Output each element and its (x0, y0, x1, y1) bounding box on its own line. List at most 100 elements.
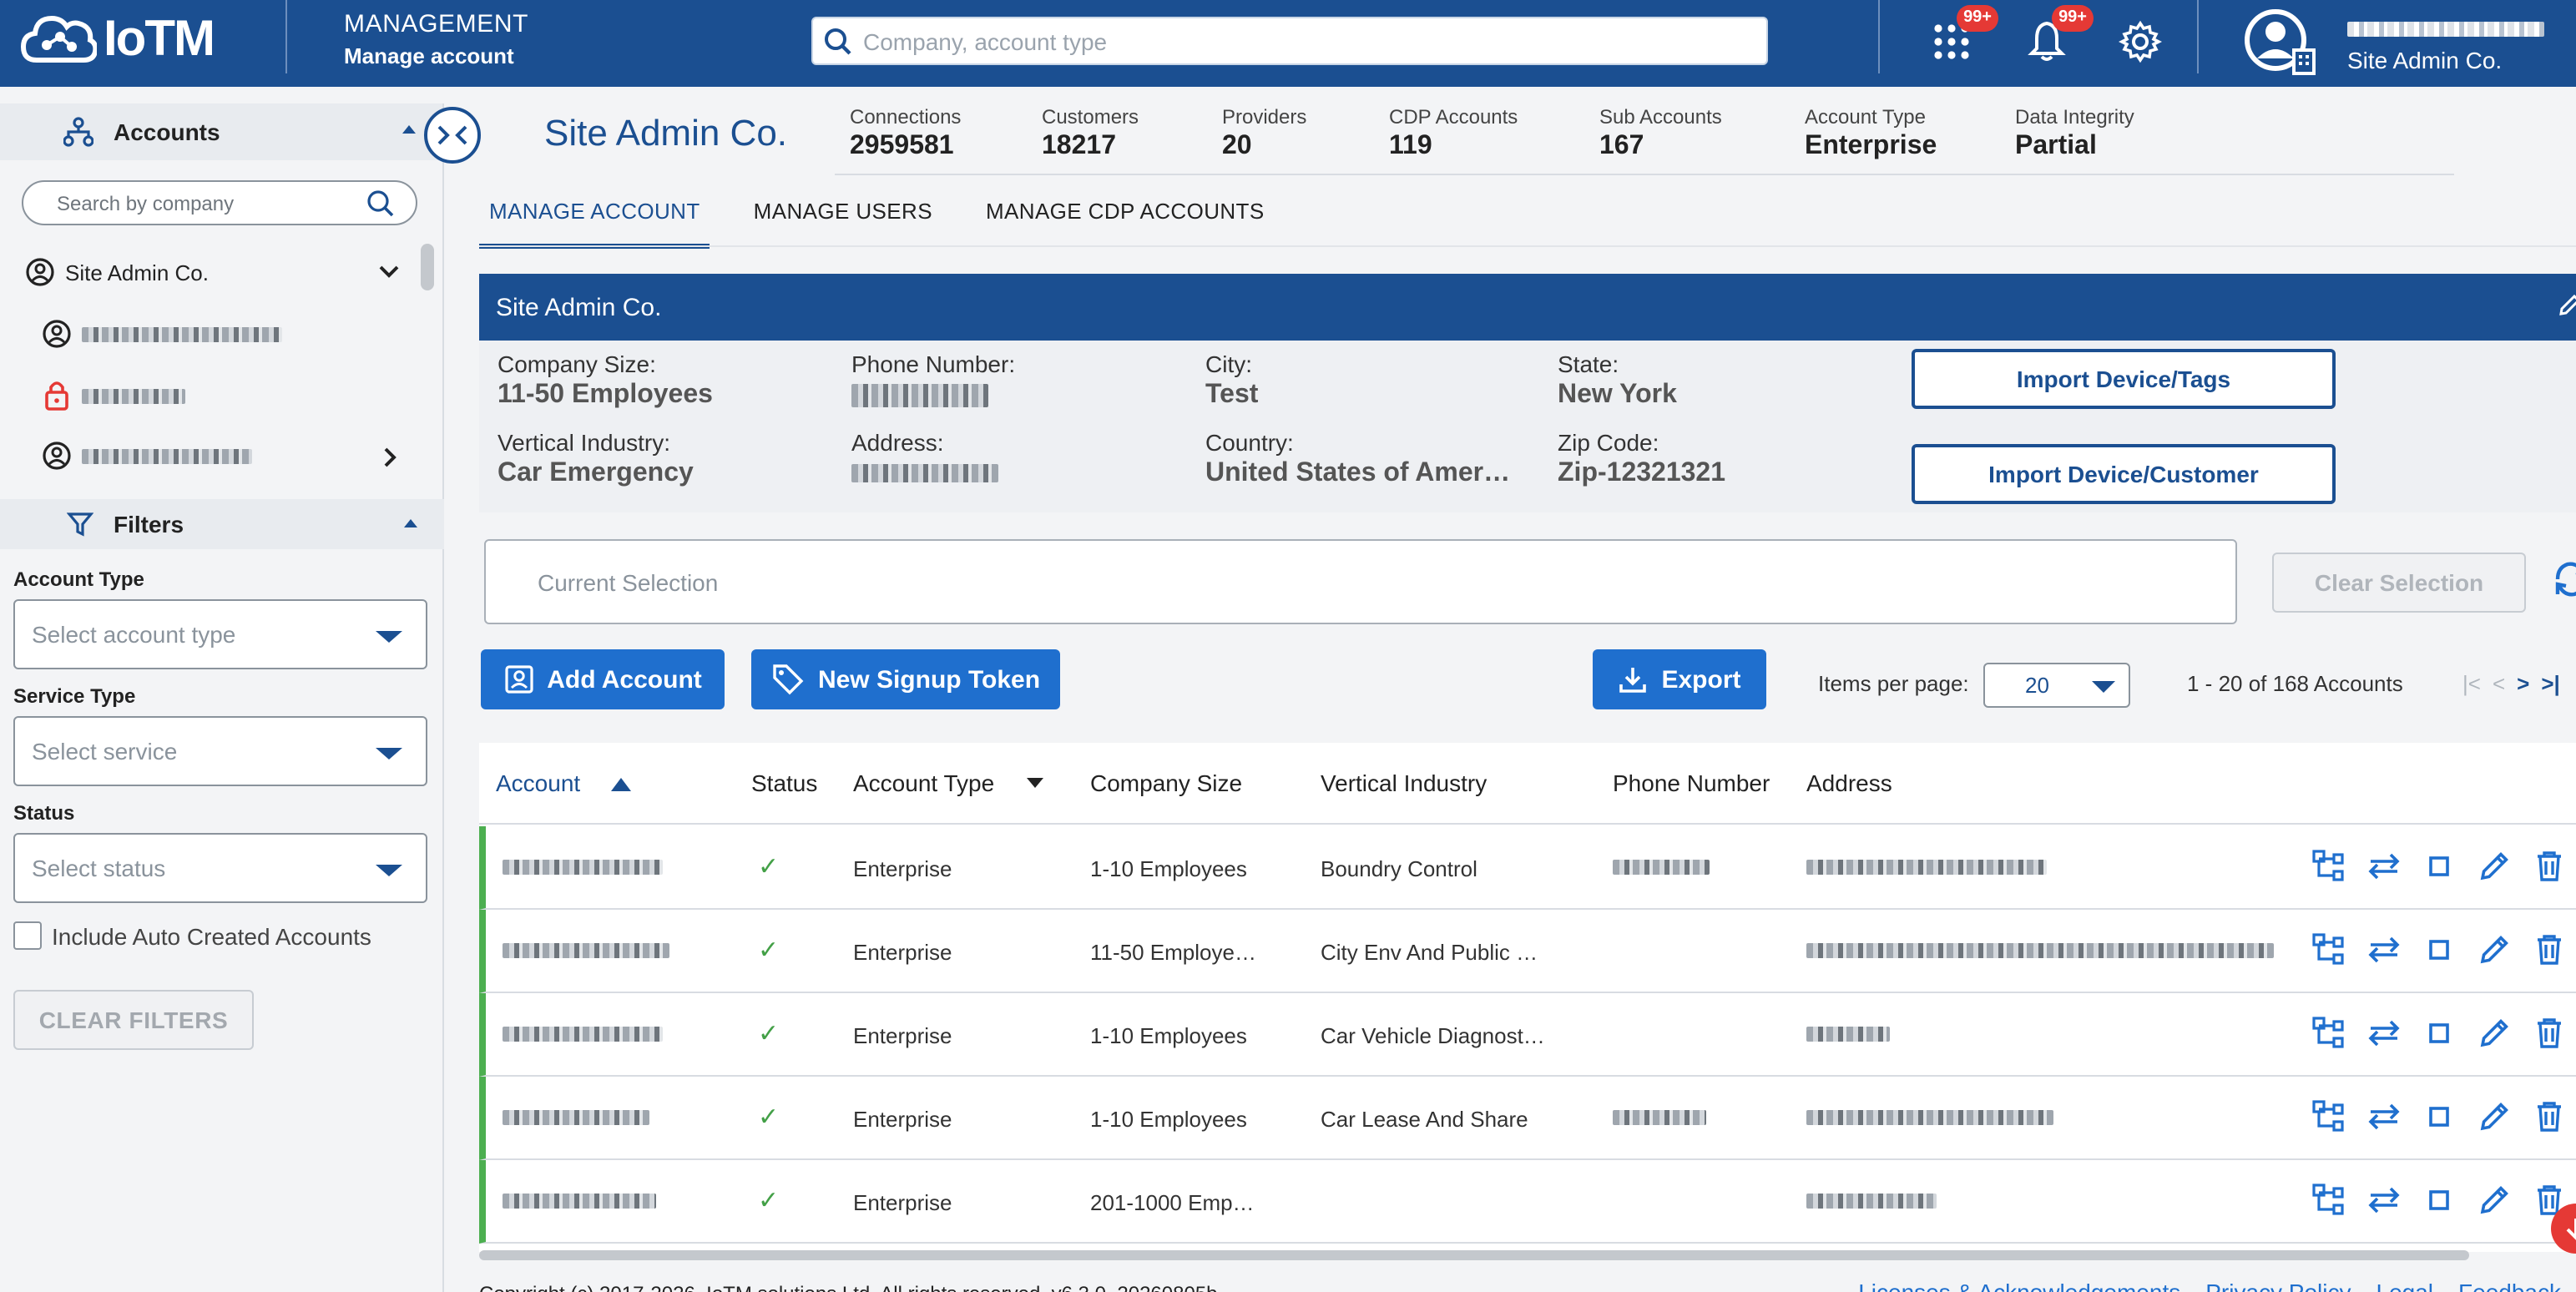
stat-sub-accounts: Sub Accounts 167 (1599, 105, 1722, 162)
column-header-account-type[interactable]: Account Type (853, 770, 994, 796)
tab-manage-account[interactable]: MANAGE ACCOUNT (479, 180, 710, 249)
export-button[interactable]: Export (1593, 649, 1766, 709)
square-icon[interactable] (2419, 1180, 2459, 1220)
account-type-select[interactable]: Select account type (13, 599, 427, 669)
next-page-icon[interactable]: > (2517, 671, 2529, 696)
add-account-button[interactable]: Add Account (481, 649, 725, 709)
hierarchy-icon[interactable] (2309, 930, 2349, 970)
hierarchy-icon[interactable] (2309, 1097, 2349, 1137)
collapse-sidebar-button[interactable] (424, 107, 481, 164)
clear-selection-button[interactable]: Clear Selection (2272, 553, 2526, 613)
accounts-table: Account Status Account Type Company Size… (479, 743, 2576, 1252)
filter-dropdown-icon[interactable] (1027, 778, 1043, 788)
square-icon[interactable] (2419, 930, 2459, 970)
tree-item-root[interactable]: Site Admin Co. (25, 257, 209, 287)
square-icon[interactable] (2419, 1097, 2459, 1137)
cell-account-type: Enterprise (853, 1023, 952, 1048)
collapse-caret-icon[interactable] (402, 125, 416, 134)
sidebar-scrollbar[interactable] (421, 244, 434, 290)
global-search[interactable] (811, 17, 1768, 65)
service-type-select[interactable]: Select service (13, 716, 427, 786)
tab-manage-users[interactable]: MANAGE USERS (744, 180, 942, 249)
column-header-account[interactable]: Account (496, 770, 580, 796)
trash-icon[interactable] (2529, 1097, 2569, 1137)
swap-arrows-icon[interactable] (2364, 1097, 2404, 1137)
prev-page-icon[interactable]: < (2493, 671, 2505, 696)
items-per-page-select[interactable]: 20 (1983, 663, 2130, 708)
pencil-icon[interactable] (2474, 1097, 2514, 1137)
apps-button[interactable]: 99+ (1928, 5, 1998, 65)
square-icon[interactable] (2419, 1013, 2459, 1053)
pencil-icon[interactable] (2556, 292, 2576, 319)
pencil-icon[interactable] (2474, 1013, 2514, 1053)
feedback-link[interactable]: Feedback (2458, 1279, 2561, 1292)
pencil-icon[interactable] (2474, 930, 2514, 970)
table-row[interactable]: ✓ Enterprise 201-1000 Emp… (479, 1160, 2576, 1244)
table-horizontal-scrollbar[interactable] (479, 1250, 2469, 1260)
trash-icon[interactable] (2529, 1013, 2569, 1053)
column-header-address[interactable]: Address (1806, 770, 1892, 796)
include-auto-checkbox[interactable] (13, 921, 42, 950)
include-auto-row[interactable]: Include Auto Created Accounts (13, 921, 371, 950)
pencil-icon[interactable] (2474, 1180, 2514, 1220)
licenses-link[interactable]: Licenses & Acknowledgements (1858, 1279, 2180, 1292)
column-header-company-size[interactable]: Company Size (1090, 770, 1242, 796)
swap-arrows-icon[interactable] (2364, 846, 2404, 886)
column-header-phone-number[interactable]: Phone Number (1613, 770, 1770, 796)
square-icon[interactable] (2419, 846, 2459, 886)
global-search-input[interactable] (863, 28, 1731, 54)
search-icon (367, 190, 394, 217)
swap-arrows-icon[interactable] (2364, 930, 2404, 970)
status-select[interactable]: Select status (13, 833, 427, 903)
collapse-caret-icon[interactable] (404, 519, 417, 527)
tree-item-child[interactable] (42, 379, 185, 412)
column-header-status[interactable]: Status (751, 770, 817, 796)
settings-button[interactable] (2117, 18, 2164, 65)
stat-data-integrity: Data Integrity Partial (2015, 105, 2134, 162)
user-menu[interactable]: Site Admin Co. (2242, 7, 2544, 80)
tree-item-child[interactable] (42, 319, 282, 349)
hierarchy-icon[interactable] (2309, 846, 2349, 886)
privacy-policy-link[interactable]: Privacy Policy (2205, 1279, 2351, 1292)
company-search[interactable] (22, 180, 417, 225)
notifications-button[interactable]: 99+ (2023, 5, 2094, 65)
tree-item-child[interactable] (42, 441, 252, 471)
filters-header[interactable]: Filters (0, 499, 444, 549)
trash-icon[interactable] (2529, 930, 2569, 970)
hierarchy-icon[interactable] (2309, 1180, 2349, 1220)
sort-asc-icon[interactable] (611, 778, 631, 791)
accounts-header[interactable]: Accounts (0, 103, 442, 160)
tab-manage-cdp-accounts[interactable]: MANAGE CDP ACCOUNTS (976, 180, 1275, 249)
table-row[interactable]: ✓ Enterprise 11-50 Employe… City Env And… (479, 910, 2576, 993)
column-header-vertical-industry[interactable]: Vertical Industry (1321, 770, 1487, 796)
new-signup-token-button[interactable]: New Signup Token (751, 649, 1060, 709)
first-page-icon[interactable]: |< (2462, 671, 2481, 696)
legal-link[interactable]: Legal (2376, 1279, 2434, 1292)
chevron-down-icon[interactable] (377, 264, 401, 280)
field-state: State: New York (1558, 351, 1677, 411)
swap-arrows-icon[interactable] (2364, 1013, 2404, 1053)
card-header: Site Admin Co. (479, 274, 2576, 341)
import-device-customer-button[interactable]: Import Device/Customer (1912, 444, 2336, 504)
logo[interactable]: IoTM (20, 10, 215, 70)
table-row[interactable]: ✓ Enterprise 1-10 Employees Boundry Cont… (479, 826, 2576, 910)
clear-filters-button[interactable]: CLEAR FILTERS (13, 990, 254, 1050)
import-device-tags-button[interactable]: Import Device/Tags (1912, 349, 2336, 409)
swap-arrows-icon[interactable] (2364, 1180, 2404, 1220)
current-selection-field[interactable]: Current Selection (484, 539, 2237, 624)
field-city: City: Test (1205, 351, 1258, 411)
table-row[interactable]: ✓ Enterprise 1-10 Employees Car Lease An… (479, 1077, 2576, 1160)
last-page-icon[interactable]: >| (2541, 671, 2559, 696)
trash-icon[interactable] (2529, 846, 2569, 886)
pencil-icon[interactable] (2474, 846, 2514, 886)
table-row[interactable]: ✓ Enterprise 1-10 Employees Car Vehicle … (479, 993, 2576, 1077)
redacted-address (1806, 1110, 2053, 1125)
hierarchy-icon[interactable] (2309, 1013, 2349, 1053)
refresh-icon[interactable] (2551, 558, 2576, 601)
cell-company-size: 11-50 Employe… (1090, 940, 1256, 965)
redacted-phone (1613, 860, 1710, 875)
cell-vertical-industry: Car Lease And Share (1321, 1107, 1528, 1132)
chevron-right-icon[interactable] (382, 446, 399, 469)
stat-value: Enterprise (1805, 132, 1937, 160)
company-search-input[interactable] (57, 191, 341, 214)
